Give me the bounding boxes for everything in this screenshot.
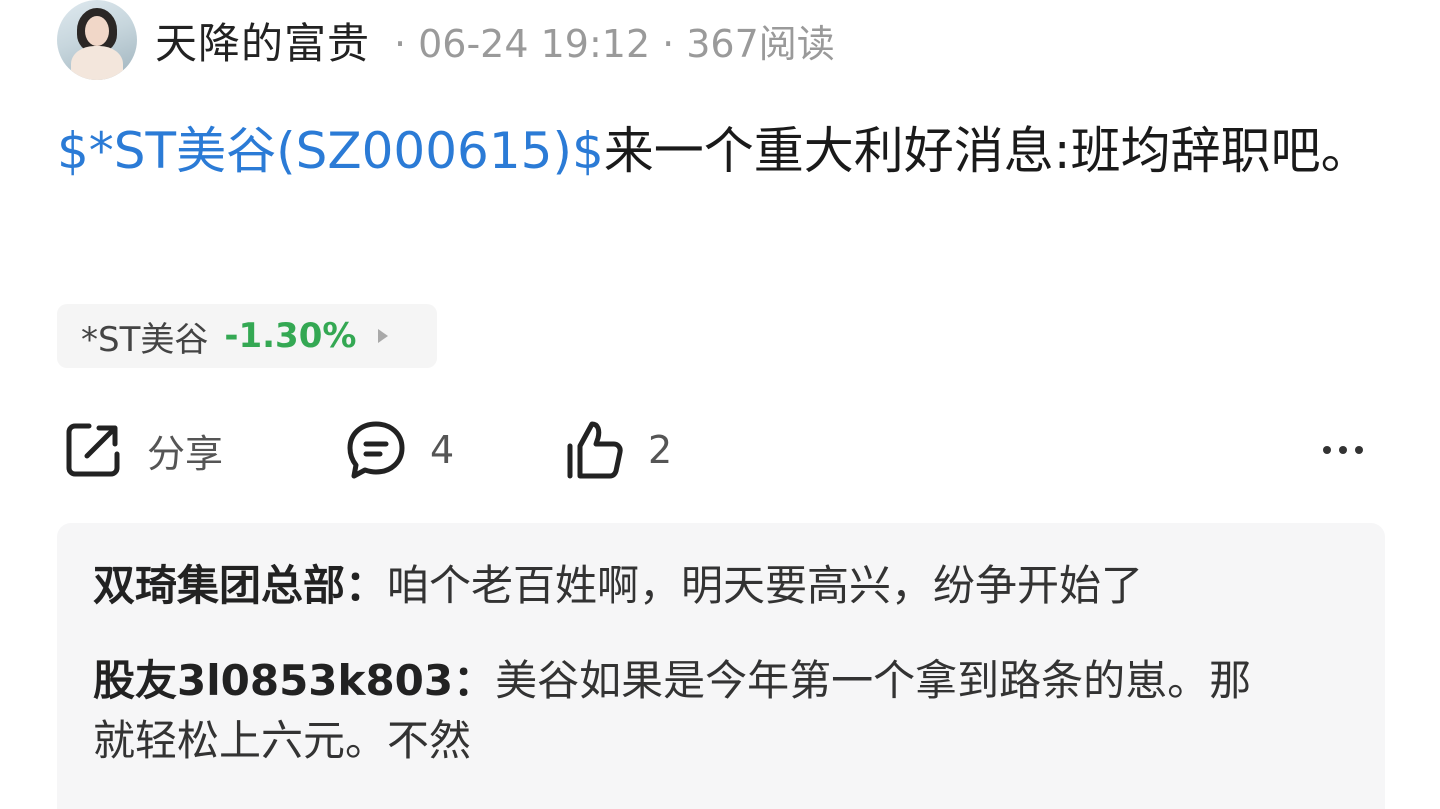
stock-chip-name: *ST美谷 bbox=[81, 319, 209, 360]
post-card: 天降的富贵 · 06-24 19:12 · 367阅读 $*ST美谷(SZ000615… bbox=[0, 0, 1440, 809]
comment-user[interactable]: 股友3l0853k803 bbox=[93, 656, 453, 705]
comment-text: 咱个老百姓啊，明天要高兴，纷争开始了 bbox=[387, 561, 1144, 610]
meta-separator: · bbox=[662, 21, 675, 66]
comment-colon: ： bbox=[453, 656, 496, 705]
like-button[interactable]: 2 bbox=[562, 415, 672, 485]
stock-chip-change: -1.30% bbox=[224, 316, 357, 356]
thumbs-up-icon bbox=[567, 421, 623, 479]
avatar-face bbox=[85, 16, 109, 46]
post-content: $*ST美谷(SZ000615)$来一个重大利好消息:班均辞职吧。 bbox=[57, 110, 1397, 192]
meta-separator: · bbox=[394, 21, 407, 66]
post-header: 天降的富贵 · 06-24 19:12 · 367阅读 bbox=[57, 0, 835, 80]
share-icon bbox=[66, 423, 120, 477]
comments-preview[interactable]: 双琦集团总部：咱个老百姓啊，明天要高兴，纷争开始了 股友3l0853k803：美… bbox=[57, 523, 1385, 809]
author-name[interactable]: 天降的富贵 bbox=[155, 10, 370, 71]
share-button[interactable]: 分享 bbox=[61, 415, 223, 485]
share-label: 分享 bbox=[147, 431, 224, 476]
more-button[interactable] bbox=[1323, 415, 1363, 485]
more-icon bbox=[1323, 446, 1363, 454]
avatar[interactable] bbox=[57, 0, 137, 80]
comment-button[interactable]: 4 bbox=[344, 415, 454, 485]
action-bar: 分享 4 2 bbox=[57, 415, 1387, 485]
chevron-right-icon bbox=[378, 329, 389, 343]
stock-link[interactable]: $*ST美谷(SZ000615)$ bbox=[57, 122, 604, 180]
like-count: 2 bbox=[648, 428, 673, 472]
comment-item[interactable]: 双琦集团总部：咱个老百姓啊，明天要高兴，纷争开始了 bbox=[93, 556, 1343, 616]
stock-chip[interactable]: *ST美谷 -1.30% bbox=[57, 304, 437, 368]
comment-user[interactable]: 双琦集团总部 bbox=[93, 561, 345, 610]
avatar-body bbox=[71, 46, 123, 80]
comment-count: 4 bbox=[430, 428, 455, 472]
comment-colon: ： bbox=[345, 561, 388, 610]
comment-icon bbox=[347, 421, 405, 479]
post-datetime: 06-24 19:12 bbox=[418, 21, 651, 66]
read-count: 367阅读 bbox=[686, 21, 835, 66]
post-text: 来一个重大利好消息:班均辞职吧。 bbox=[603, 122, 1371, 180]
comment-item[interactable]: 股友3l0853k803：美谷如果是今年第一个拿到路条的崽。那就轻松上六元。不然 bbox=[93, 651, 1283, 771]
post-meta: · 06-24 19:12 · 367阅读 bbox=[382, 13, 835, 68]
